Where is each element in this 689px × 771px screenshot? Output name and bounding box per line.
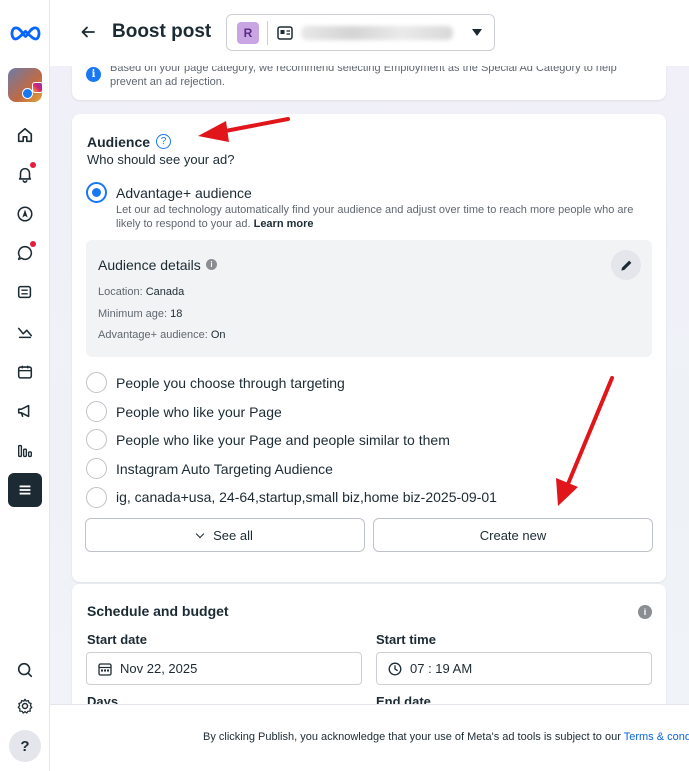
calendar-icon	[98, 663, 112, 676]
schedule-title: Schedule and budget	[87, 603, 229, 619]
see-all-button[interactable]: See all	[85, 518, 365, 552]
option-label: Instagram Auto Targeting Audience	[116, 461, 333, 477]
days-label: Days	[87, 694, 119, 704]
option-label: People who like your Page and people sim…	[116, 432, 450, 448]
instagram-badge-icon	[32, 82, 43, 93]
page-initial-badge: R	[237, 22, 259, 44]
location-line: Location: Canada	[98, 286, 185, 298]
settings-gear-icon[interactable]	[8, 689, 42, 723]
schedule-budget-card: Schedule and budget i Start date Nov 22,…	[72, 584, 666, 704]
chevron-down-icon	[472, 29, 482, 36]
start-date-input[interactable]: Nov 22, 2025	[86, 652, 362, 685]
footer-disclaimer: By clicking Publish, you acknowledge tha…	[203, 731, 689, 743]
option-label: People who like your Page	[116, 404, 282, 420]
redacted-page-name	[301, 26, 453, 40]
start-time-input[interactable]: 07 : 19 AM	[376, 652, 652, 685]
page-selector-dropdown[interactable]: R	[226, 14, 495, 51]
content-pages-icon[interactable]	[8, 275, 42, 309]
option-label: People you choose through targeting	[116, 375, 345, 391]
audience-details-title: Audience details	[98, 257, 201, 273]
audience-details-panel: Audience details i Location: Canada Mini…	[86, 240, 652, 357]
footer-bar: By clicking Publish, you acknowledge tha…	[50, 704, 689, 771]
monetization-icon[interactable]	[8, 315, 42, 349]
advantage-audience-label: Advantage+ audience	[116, 185, 252, 201]
search-icon[interactable]	[8, 653, 42, 687]
radio-option[interactable]	[86, 487, 107, 508]
info-icon: i	[86, 67, 101, 82]
special-ad-category-info-card: i Based on your page category, we recomm…	[72, 66, 666, 100]
radio-option[interactable]	[86, 429, 107, 450]
radio-option[interactable]	[86, 372, 107, 393]
help-icon[interactable]: ?	[9, 730, 41, 762]
meta-logo-icon[interactable]	[10, 24, 41, 42]
min-age-line: Minimum age: 18	[98, 308, 183, 320]
terms-link[interactable]: Terms & cond	[624, 731, 689, 743]
radio-option[interactable]	[86, 458, 107, 479]
radio-advantage-audience[interactable]	[86, 182, 107, 203]
start-time-label: Start time	[376, 632, 436, 647]
edit-pencil-icon[interactable]	[611, 250, 641, 280]
page-card-icon	[277, 26, 293, 40]
all-tools-menu-icon[interactable]	[8, 473, 42, 507]
end-date-label: End date	[376, 694, 431, 704]
back-arrow-icon[interactable]	[80, 24, 96, 40]
start-date-label: Start date	[87, 632, 147, 647]
learn-more-link[interactable]: Learn more	[254, 218, 314, 230]
question-help-icon[interactable]: ?	[156, 134, 171, 149]
audience-subtitle: Who should see your ad?	[87, 152, 235, 167]
account-avatar[interactable]	[8, 68, 43, 102]
option-label: ig, canada+usa, 24-64,startup,small biz,…	[116, 489, 497, 505]
notifications-bell-icon[interactable]	[8, 157, 42, 191]
advantage-audience-description: Let our ad technology automatically find…	[116, 204, 634, 230]
left-nav-rail: ?	[0, 0, 50, 771]
advantage-status-line: Advantage+ audience: On	[98, 329, 226, 341]
messages-icon[interactable]	[8, 236, 42, 270]
header-bar: Boost post R	[50, 0, 689, 66]
info-icon[interactable]: i	[638, 605, 652, 619]
chevron-down-icon	[195, 529, 205, 538]
clock-icon	[388, 662, 402, 676]
home-icon[interactable]	[8, 118, 42, 152]
page-title: Boost post	[112, 21, 212, 42]
info-icon[interactable]: i	[206, 259, 217, 270]
main-scroll-area[interactable]: i Based on your page category, we recomm…	[50, 66, 689, 704]
audience-card: Audience ? Who should see your ad? Advan…	[72, 114, 666, 582]
ads-megaphone-icon[interactable]	[8, 394, 42, 428]
audience-title: Audience	[87, 134, 151, 150]
planner-calendar-icon[interactable]	[8, 355, 42, 389]
info-text: Based on your page category, we recommen…	[110, 66, 617, 88]
insights-bar-chart-icon[interactable]	[8, 434, 42, 468]
navigation-compass-icon[interactable]	[8, 197, 42, 231]
start-time-value: 07 : 19 AM	[410, 661, 473, 676]
create-new-button[interactable]: Create new	[373, 518, 653, 552]
start-date-value: Nov 22, 2025	[120, 661, 198, 676]
divider	[267, 21, 268, 45]
radio-option[interactable]	[86, 401, 107, 422]
